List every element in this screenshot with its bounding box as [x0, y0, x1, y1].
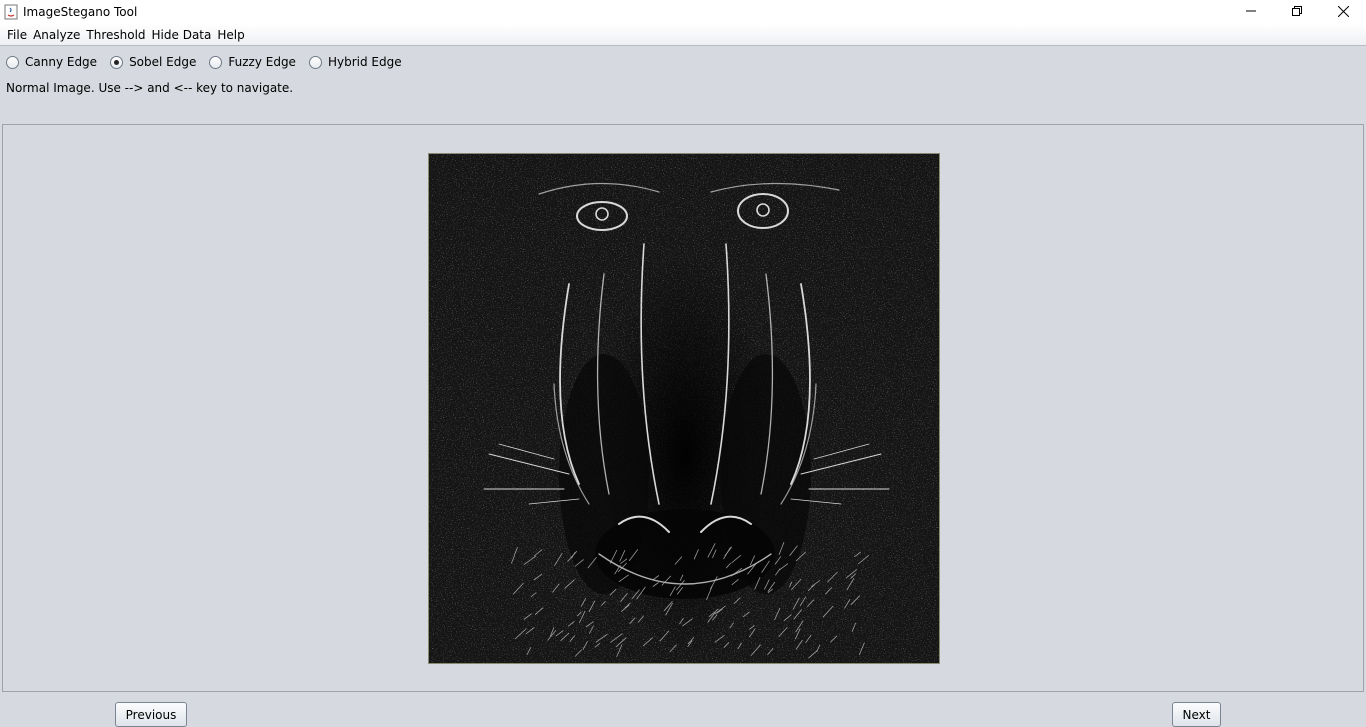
radio-label: Sobel Edge — [129, 55, 197, 69]
radio-sobel-edge[interactable]: Sobel Edge — [110, 55, 196, 69]
restore-button[interactable] — [1274, 0, 1320, 22]
radio-fuzzy-edge[interactable]: Fuzzy Edge — [209, 55, 296, 69]
menu-hide-data[interactable]: Hide Data — [149, 28, 215, 42]
previous-button[interactable]: Previous — [115, 702, 187, 727]
close-icon — [1337, 5, 1349, 17]
edge-method-group: Canny Edge Sobel Edge Fuzzy Edge Hybrid … — [6, 52, 415, 72]
minimize-icon — [1246, 10, 1256, 12]
status-message: Normal Image. Use --> and <-- key to nav… — [6, 81, 294, 95]
close-button[interactable] — [1320, 0, 1366, 22]
next-button[interactable]: Next — [1172, 702, 1221, 727]
radio-canny-edge[interactable]: Canny Edge — [6, 55, 97, 69]
radio-label: Fuzzy Edge — [228, 55, 296, 69]
title-bar: ImageStegano Tool — [0, 0, 1366, 24]
menu-file[interactable]: File — [4, 28, 30, 42]
radio-indicator-selected[interactable] — [110, 55, 124, 69]
radio-indicator[interactable] — [6, 55, 19, 69]
minimize-button[interactable] — [1228, 0, 1274, 22]
radio-label: Canny Edge — [25, 55, 98, 69]
java-app-icon — [4, 4, 18, 20]
restore-icon — [1292, 6, 1302, 16]
mandrill-edge-image — [429, 154, 939, 663]
radio-indicator[interactable] — [308, 55, 322, 69]
menu-bar: File Analyze Threshold Hide Data Help — [0, 24, 1366, 46]
menu-help[interactable]: Help — [214, 28, 247, 42]
radio-hybrid-edge[interactable]: Hybrid Edge — [308, 55, 402, 69]
window-title: ImageStegano Tool — [23, 5, 138, 19]
radio-indicator[interactable] — [209, 55, 223, 69]
menu-analyze[interactable]: Analyze — [30, 28, 83, 42]
window-controls — [1228, 0, 1366, 24]
edge-detected-image — [428, 153, 940, 664]
image-display-panel — [2, 124, 1364, 692]
menu-threshold[interactable]: Threshold — [83, 28, 148, 42]
radio-label: Hybrid Edge — [327, 55, 402, 69]
